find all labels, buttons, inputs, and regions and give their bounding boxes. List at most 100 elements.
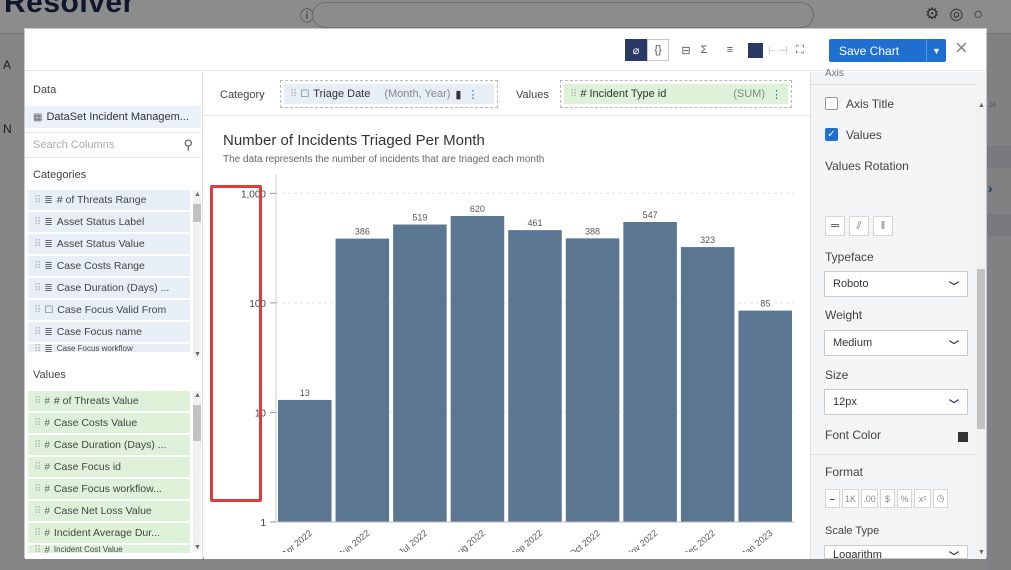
axis-title-checkbox[interactable] [825, 97, 838, 110]
scale-type-label: Scale Type [825, 525, 880, 537]
category-zone-label: Category [220, 89, 265, 101]
font-color-swatch[interactable] [958, 432, 968, 442]
x-tick-label: Oct 2022 [567, 528, 601, 552]
chart-canvas-area: Category ⠿ ☐ Triage Date (Month, Year) ▮ … [204, 72, 810, 559]
pill-menu-icon[interactable]: ⋮ [467, 88, 478, 101]
value-item[interactable]: ⠿ # # of Threats Value [28, 391, 190, 411]
filter-icon[interactable]: ⊟ [677, 39, 695, 61]
dataset-name: DataSet Incident Managem... [46, 111, 189, 123]
value-item[interactable]: ⠿ # Case Focus workflow... [28, 479, 190, 499]
format-exponent-button[interactable]: x² [914, 489, 931, 508]
values-drop-zone[interactable]: ⠿ # Incident Type id (SUM) ⋮ [560, 80, 792, 108]
value-item[interactable]: ⠿ # Incident Average Dur... [28, 523, 190, 543]
bar-value-label: 620 [470, 204, 485, 214]
bar-value-label: 547 [643, 210, 658, 220]
bar [335, 238, 390, 522]
dataset-selector[interactable]: ▦ DataSet Incident Managem... [25, 106, 201, 128]
bar-value-label: 519 [412, 213, 427, 223]
values-checkbox[interactable]: ✓ [825, 128, 838, 141]
format-label: Format [825, 465, 864, 479]
search-columns-placeholder: Search Columns [33, 139, 115, 151]
font-color-label: Font Color [825, 428, 882, 442]
chevron-down-icon: ﹀ [949, 400, 959, 411]
rotation-diagonal-button[interactable]: ⫽ [849, 216, 869, 236]
bar-value-label: 13 [300, 388, 310, 398]
format-currency-button[interactable]: $ [880, 489, 895, 508]
x-tick-label: Sep 2022 [508, 528, 544, 552]
format-decimals-button[interactable]: .00 [861, 489, 878, 508]
scale-type-select[interactable]: Logarithm ﹀ [824, 545, 968, 559]
categories-scrollbar[interactable]: ▲ ▼ [193, 190, 201, 358]
bar-value-label: 388 [585, 226, 600, 236]
category-item[interactable]: ⠿ ≣ Case Duration (Days) ... [28, 278, 190, 298]
axis-section-label: Axis [825, 68, 844, 78]
chevron-down-icon: ﹀ [949, 282, 959, 293]
categories-title: Categories [33, 169, 87, 181]
tag-icon[interactable]: ⌀ [625, 39, 647, 61]
sigma-icon[interactable]: Σ [695, 39, 713, 61]
value-item[interactable]: ⠿ # Case Focus id [28, 457, 190, 477]
format-panel-scrollbar[interactable]: ▲ ▼ [976, 99, 986, 559]
pill-menu-icon[interactable]: ⋮ [771, 88, 782, 101]
calendar-icon: ☐ [300, 88, 310, 100]
category-item[interactable]: ⠿ ☐ Case Focus Valid From [28, 300, 190, 320]
fullscreen-icon[interactable]: ⛶ [790, 39, 810, 61]
weight-select[interactable]: Medium ﹀ [824, 330, 968, 356]
save-dropdown-icon[interactable]: ▼ [926, 39, 946, 62]
chart-toolbar: ⌀ {} ⊟ Σ ≡ ⊢⊣ ⛶ Save Chart ▼ × [25, 29, 986, 71]
format-panel: Axis Axis Title ✓ Values Values Rotation… [810, 68, 986, 559]
bar [393, 224, 447, 522]
rotation-horizontal-button[interactable]: ═ [825, 216, 845, 236]
value-item[interactable]: ⠿ # Incident Cost Value [28, 545, 190, 553]
category-item[interactable]: ⠿ ≣ Case Focus workflow [28, 344, 190, 352]
format-minus-button[interactable]: – [825, 489, 840, 508]
size-select[interactable]: 12px ﹀ [824, 389, 968, 415]
width-icon[interactable]: ⊢⊣ [768, 39, 788, 61]
search-columns-input[interactable]: Search Columns ⚲ [25, 132, 201, 158]
bar [680, 247, 735, 522]
values-rotation-label: Values Rotation [825, 159, 909, 173]
category-item[interactable]: ⠿ ≣ # of Threats Range [28, 190, 190, 210]
close-icon[interactable]: × [955, 37, 968, 59]
save-chart-button[interactable]: Save Chart ▼ [829, 39, 946, 62]
value-item[interactable]: ⠿ # Case Costs Value [28, 413, 190, 433]
chart-editor-modal: ⌀ {} ⊟ Σ ≡ ⊢⊣ ⛶ Save Chart ▼ × Data ▦ Da… [24, 28, 987, 559]
clock-icon[interactable]: ◷ [933, 489, 948, 508]
value-item[interactable]: ⠿ # Case Net Loss Value [28, 501, 190, 521]
axis-highlight-box [210, 185, 262, 502]
category-drop-zone[interactable]: ⠿ ☐ Triage Date (Month, Year) ▮ ⋮ [280, 80, 498, 108]
color-icon[interactable] [745, 39, 765, 61]
format-percent-button[interactable]: % [897, 489, 912, 508]
y-tick-label: 1 [260, 518, 266, 529]
weight-label: Weight [825, 308, 863, 322]
typeface-select[interactable]: Roboto ﹀ [824, 271, 968, 297]
values-zone-label: Values [516, 89, 549, 101]
category-item[interactable]: ⠿ ≣ Asset Status Value [28, 234, 190, 254]
x-tick-label: Apr 2022 [280, 528, 314, 552]
bar-value-label: 85 [760, 299, 770, 309]
bar [738, 310, 792, 522]
bar [508, 230, 562, 522]
values-list: ⠿ # # of Threats Value ⠿ # Case Costs Value … [25, 391, 193, 555]
x-tick-label: Jan 2023 [740, 528, 775, 552]
axis-title-label: Axis Title [846, 97, 895, 111]
chart-title: Number of Incidents Triaged Per Month [223, 132, 485, 149]
braces-icon[interactable]: {} [647, 39, 669, 61]
format-1k-button[interactable]: 1K [842, 489, 859, 508]
search-icon[interactable]: ⚲ [183, 137, 193, 153]
bar [623, 222, 677, 523]
bar [450, 216, 505, 522]
category-item[interactable]: ⠿ ≣ Case Focus name [28, 322, 190, 342]
rotation-vertical-button[interactable]: ‖ [873, 216, 893, 236]
category-pill[interactable]: ⠿ ☐ Triage Date (Month, Year) ▮ ⋮ [284, 84, 494, 104]
values-pill[interactable]: ⠿ # Incident Type id (SUM) ⋮ [564, 84, 788, 104]
category-item[interactable]: ⠿ ≣ Asset Status Label [28, 212, 190, 232]
drop-zones-bar: Category ⠿ ☐ Triage Date (Month, Year) ▮ … [204, 72, 810, 116]
bar [565, 238, 620, 523]
category-item[interactable]: ⠿ ≣ Case Costs Range [28, 256, 190, 276]
sort-icon[interactable]: ≡ [721, 39, 739, 61]
values-scrollbar[interactable]: ▲ ▼ [193, 391, 201, 551]
value-item[interactable]: ⠿ # Case Duration (Days) ... [28, 435, 190, 455]
chart-subtitle: The data represents the number of incide… [223, 154, 545, 165]
x-tick-label: Dec 2022 [681, 528, 717, 552]
